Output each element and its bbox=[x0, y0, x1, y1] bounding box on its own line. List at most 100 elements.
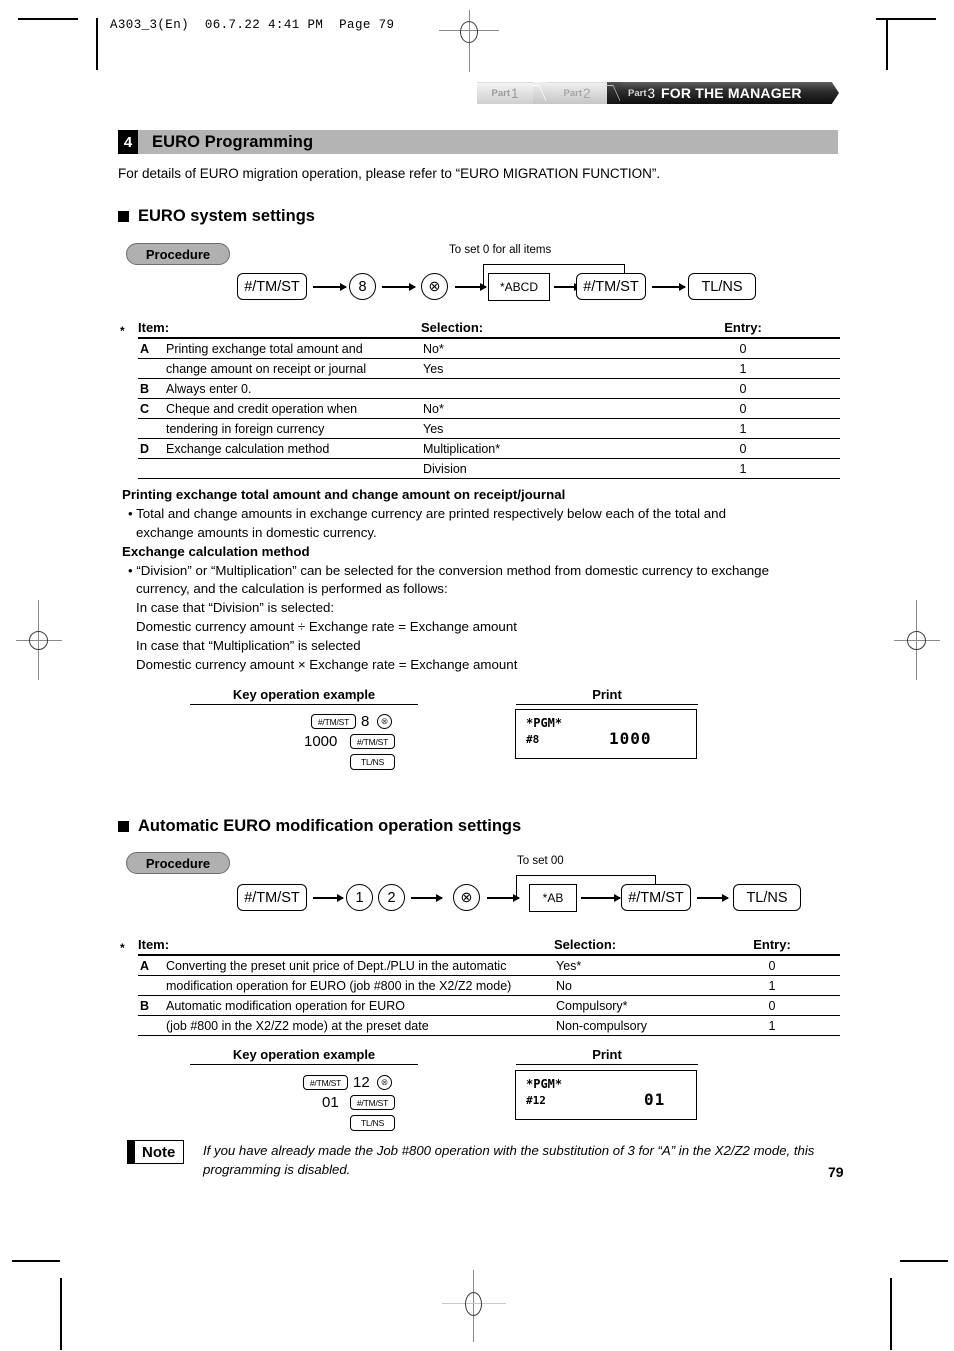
table-row: B Always enter 0. 0 bbox=[138, 378, 840, 399]
print-1-line2-right: 1000 bbox=[609, 729, 652, 748]
flow1-key-tlns[interactable]: TL/NS bbox=[688, 273, 756, 300]
flow1-arrow-2 bbox=[382, 283, 416, 290]
table-1-r2-desc: Always enter 0. bbox=[166, 378, 421, 399]
table-2-r3-desc: (job #800 in the X2/Z2 mode) at the pres… bbox=[166, 1015, 554, 1036]
flow2-digit-2[interactable]: 2 bbox=[378, 884, 405, 911]
flow2-arrow-4 bbox=[581, 894, 621, 901]
crop-mark-bottom-left bbox=[12, 1260, 60, 1262]
flow1-entry-abcd[interactable]: *ABCD bbox=[488, 273, 550, 301]
print-header-2: Print bbox=[516, 1047, 698, 1065]
table-row: A Converting the preset unit price of De… bbox=[138, 955, 840, 976]
explain-p2a: • “Division” or “Multiplication” can be … bbox=[128, 562, 769, 578]
table-1-r1-desc: change amount on receipt or journal bbox=[166, 358, 421, 379]
table-row: B Automatic modification operation for E… bbox=[138, 995, 840, 1016]
crop-mark-bottom-right bbox=[900, 1260, 948, 1262]
table-1-r3-selection: No* bbox=[421, 398, 646, 419]
keyop2-key-tmst-1[interactable]: #/TM/ST bbox=[303, 1075, 348, 1090]
table-1-header-item: Item: bbox=[138, 320, 170, 335]
table-1-r0-entry: 0 bbox=[646, 338, 840, 359]
table-1-r5-entry: 0 bbox=[646, 438, 840, 459]
flow1-digit-8[interactable]: 8 bbox=[349, 273, 376, 300]
table-2-r3-selection: Non-compulsory bbox=[554, 1015, 704, 1036]
flow1-arrow-5 bbox=[652, 283, 686, 290]
table-2-r2-selection: Compulsory* bbox=[554, 995, 704, 1016]
table-1-r5-desc: Exchange calculation method bbox=[166, 438, 421, 459]
flow2-key-tlns[interactable]: TL/NS bbox=[733, 884, 801, 911]
file-header-text: A303_3(En) 06.7.22 4:41 PM Page 79 bbox=[110, 18, 395, 32]
table-1-r3-code: C bbox=[138, 398, 166, 419]
table-1-r6-desc bbox=[166, 458, 421, 479]
note-label: Note bbox=[142, 1143, 176, 1161]
flow2-key-tmst-2[interactable]: #/TM/ST bbox=[621, 884, 691, 911]
table-row: Division 1 bbox=[138, 458, 840, 479]
table-1-r5-selection: Multiplication* bbox=[421, 438, 646, 459]
print-1-line2-left: #8 bbox=[526, 733, 540, 746]
table-1-r0-selection: No* bbox=[421, 338, 646, 359]
table-2-r0-entry: 0 bbox=[704, 955, 840, 976]
explain-heading-1: Printing exchange total amount and chang… bbox=[122, 487, 566, 502]
chevron-separator-1-icon bbox=[533, 82, 547, 104]
table-1-r4-entry: 1 bbox=[646, 418, 840, 439]
flow2-key-tmst-1[interactable]: #/TM/ST bbox=[237, 884, 307, 911]
table-row: modification operation for EURO (job #80… bbox=[138, 975, 840, 996]
flow2-arrow-2 bbox=[411, 894, 443, 901]
explain-heading-2: Exchange calculation method bbox=[122, 543, 310, 559]
flow1-multiply-key-icon[interactable]: ⊗ bbox=[421, 273, 448, 300]
explain-p2d: Domestic currency amount ÷ Exchange rate… bbox=[136, 619, 517, 635]
keyop1-key-tlns[interactable]: TL/NS bbox=[350, 754, 395, 770]
table-2-r2-code: B bbox=[138, 995, 166, 1016]
tab-part-1[interactable]: Part 1 bbox=[477, 82, 533, 104]
flow2-multiply-key-icon[interactable]: ⊗ bbox=[453, 884, 480, 911]
note-text: If you have already made the Job #800 op… bbox=[203, 1141, 843, 1179]
table-1-r1-selection: Yes bbox=[421, 358, 646, 379]
keyop1-multiply-key-icon[interactable]: ⊗ bbox=[377, 714, 392, 729]
keyop2-key-tmst-2[interactable]: #/TM/ST bbox=[350, 1095, 395, 1110]
table-2-r1-selection: No bbox=[554, 975, 704, 996]
subsection-1-heading-text: EURO system settings bbox=[138, 207, 315, 225]
table-2-header-selection: Selection: bbox=[554, 937, 617, 952]
table-1-header-entry: Entry: bbox=[724, 320, 762, 335]
table-2-r2-desc: Automatic modification operation for EUR… bbox=[166, 995, 554, 1016]
print-header-1: Print bbox=[516, 687, 698, 705]
flow2-digit-1[interactable]: 1 bbox=[346, 884, 373, 911]
crop-mark-bottom-right-v bbox=[890, 1278, 892, 1350]
keyop1-key-tmst-1[interactable]: #/TM/ST bbox=[311, 714, 356, 729]
keyop2-digit-12: 12 bbox=[353, 1074, 370, 1091]
explain-p1b: exchange amounts in domestic currency. bbox=[136, 524, 377, 540]
skip-path-top-1 bbox=[483, 264, 625, 266]
flow1-arrow-3 bbox=[455, 283, 487, 290]
table-2-r3-entry: 1 bbox=[704, 1015, 840, 1036]
table-row: C Cheque and credit operation when No* 0 bbox=[138, 398, 840, 419]
registration-mark-bottom bbox=[440, 1270, 510, 1342]
keyop2-multiply-key-icon[interactable]: ⊗ bbox=[377, 1075, 392, 1090]
subsection-2-heading: Automatic EURO modification operation se… bbox=[118, 817, 521, 836]
table-1-r5-code: D bbox=[138, 438, 166, 459]
table-2-r1-desc: modification operation for EURO (job #80… bbox=[166, 975, 554, 996]
crop-mark-top-right-v bbox=[886, 18, 888, 70]
flow1-key-tmst-2[interactable]: #/TM/ST bbox=[576, 273, 646, 300]
explain-p2b: currency, and the calculation is perform… bbox=[136, 581, 448, 597]
keyop1-key-tmst-2[interactable]: #/TM/ST bbox=[350, 734, 395, 749]
registration-mark-top bbox=[434, 10, 504, 72]
chevron-separator-2-icon bbox=[607, 82, 621, 104]
crop-mark-top-left-v bbox=[96, 18, 98, 70]
flow2-entry-ab[interactable]: *AB bbox=[529, 884, 577, 912]
table-1-r0-code: A bbox=[138, 338, 166, 359]
square-bullet-icon bbox=[118, 211, 129, 222]
table-2-header-item: Item: bbox=[138, 937, 170, 952]
keyop2-key-tlns[interactable]: TL/NS bbox=[350, 1115, 395, 1131]
tab-part-3-active[interactable]: Part 3 FOR THE MANAGER bbox=[621, 82, 823, 104]
flow1-key-tmst-1[interactable]: #/TM/ST bbox=[237, 273, 307, 300]
explain-p2e: In case that “Multiplication” is selecte… bbox=[136, 638, 361, 653]
table-2-header-entry: Entry: bbox=[753, 937, 791, 952]
table-2-r0-selection: Yes* bbox=[554, 955, 704, 976]
section-heading-bar: 4 EURO Programming bbox=[118, 130, 838, 154]
table-1-header-selection: Selection: bbox=[421, 320, 484, 335]
table-2-r1-entry: 1 bbox=[704, 975, 840, 996]
table-1-r6-entry: 1 bbox=[646, 458, 840, 479]
table-1-r6-code bbox=[138, 458, 166, 479]
tab-part-2-word: Part bbox=[563, 88, 582, 99]
table-1-r6-selection: Division bbox=[421, 458, 646, 479]
skip-path-top-2 bbox=[516, 875, 656, 877]
tab-part-2[interactable]: Part 2 bbox=[547, 82, 607, 104]
